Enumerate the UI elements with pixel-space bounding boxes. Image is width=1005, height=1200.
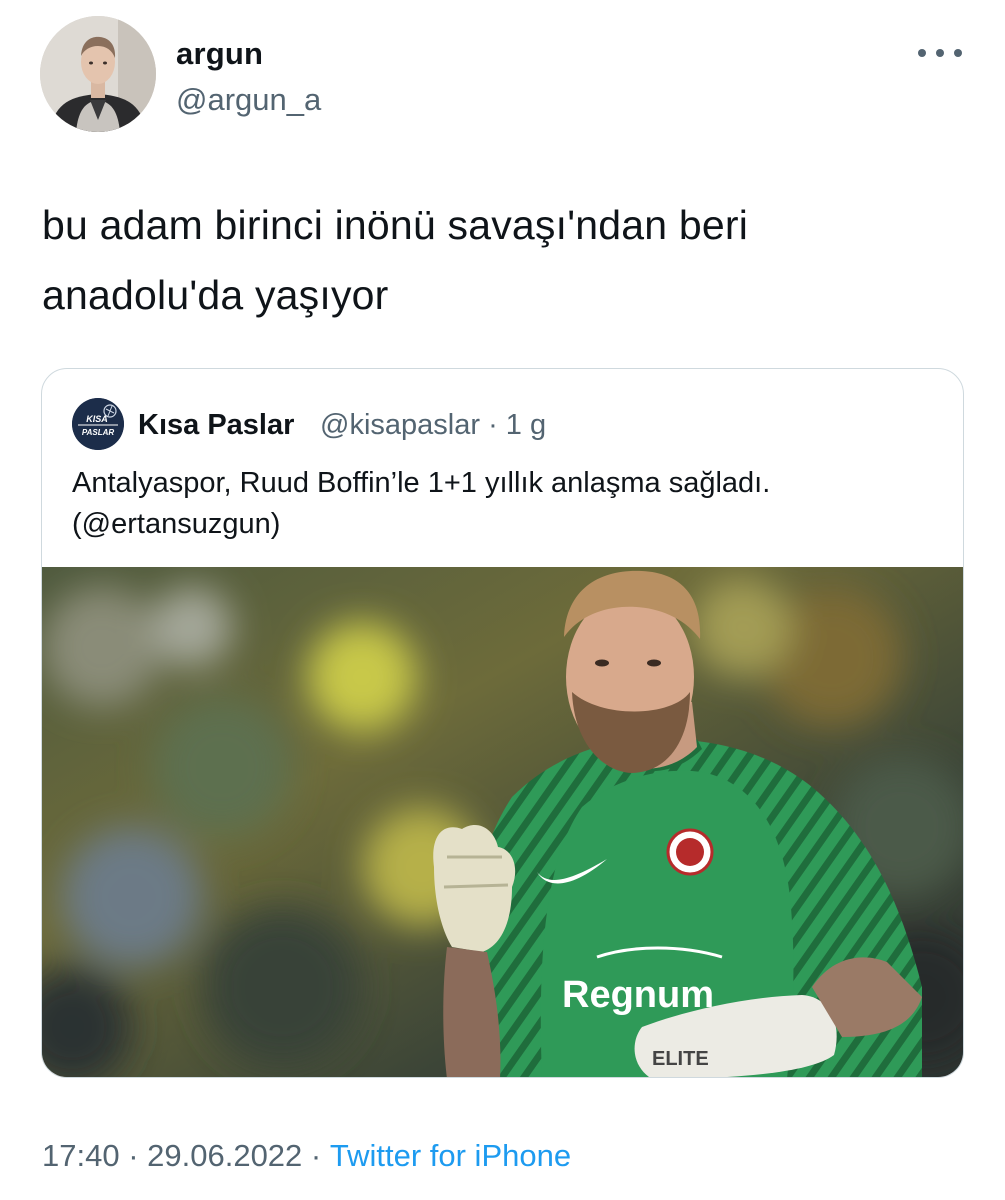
quoted-time[interactable]: 1 g <box>506 409 546 441</box>
jersey-sponsor-text: Regnum <box>562 974 714 1016</box>
footer-separator: · <box>119 1138 148 1173</box>
tweet-footer: 17:40 · 29.06.2022 · Twitter for iPhone <box>42 1138 571 1174</box>
meta-separator: · <box>488 409 498 441</box>
quoted-tweet-photo[interactable]: Regnum ELITE <box>42 567 963 1077</box>
tweet-source-link[interactable]: Twitter for iPhone <box>330 1138 571 1174</box>
author-avatar[interactable] <box>40 16 156 132</box>
quoted-display-name[interactable]: Kısa Paslar <box>138 409 294 442</box>
more-dot <box>936 49 944 57</box>
quoted-meta: @kisapaslar · 1 g <box>320 409 546 442</box>
tweet-date[interactable]: 29.06.2022 <box>147 1138 302 1174</box>
more-options-icon[interactable] <box>918 38 962 68</box>
author-handle[interactable]: @argun_a <box>176 82 321 118</box>
tweet-detail: argun @argun_a bu adam birinci inönü sav… <box>0 0 1005 1200</box>
tweet-text-line: bu adam birinci inönü savaşı'ndan beri <box>42 202 749 248</box>
kisa-paslar-logo: KISA PASLAR <box>72 398 124 450</box>
tweet-time[interactable]: 17:40 <box>42 1138 120 1174</box>
quoted-text-line: Antalyaspor, Ruud Boffin’le 1+1 yıllık a… <box>72 467 771 499</box>
quoted-text-line: (@ertansuzgun) <box>72 508 281 540</box>
logo-text-bottom: PASLAR <box>82 428 115 437</box>
tweet-text: bu adam birinci inönü savaşı'ndan beri a… <box>42 190 962 330</box>
glove-brand-text: ELITE <box>652 1048 709 1070</box>
goalkeeper-photo: Regnum ELITE <box>42 567 963 1077</box>
tweet-text-line: anadolu'da yaşıyor <box>42 272 389 318</box>
logo-text-top: KISA <box>86 414 108 424</box>
quoted-tweet-card[interactable]: KISA PASLAR Kısa Paslar @kisapaslar · 1 … <box>41 368 964 1078</box>
footer-separator: · <box>302 1138 330 1173</box>
more-dot <box>954 49 962 57</box>
author-display-name[interactable]: argun <box>176 36 263 72</box>
more-dot <box>918 49 926 57</box>
quoted-handle[interactable]: @kisapaslar <box>320 409 480 441</box>
author-photo <box>40 16 156 132</box>
quoted-tweet-text: Antalyaspor, Ruud Boffin’le 1+1 yıllık a… <box>72 463 942 545</box>
quoted-author-avatar[interactable]: KISA PASLAR <box>72 398 124 450</box>
